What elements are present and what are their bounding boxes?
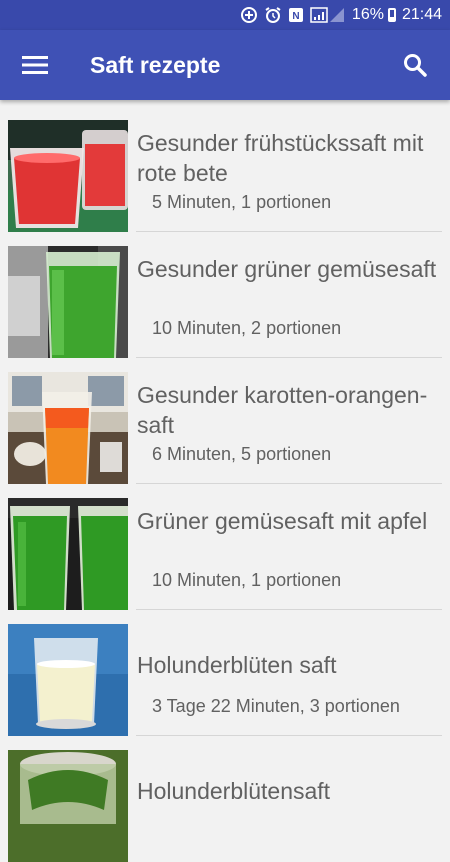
svg-text:N: N bbox=[292, 11, 299, 22]
status-bar: N 16% 21:44 bbox=[0, 0, 450, 30]
recipe-title: Gesunder frühstückssaft mit rote bete bbox=[137, 130, 424, 186]
search-button[interactable] bbox=[380, 30, 450, 100]
list-item[interactable]: Gesunder frühstückssaft mit rote bete 5 … bbox=[0, 100, 450, 232]
app-bar: Saft rezepte bbox=[0, 30, 450, 100]
nfc-icon: N bbox=[288, 7, 304, 23]
recipe-image bbox=[8, 498, 128, 610]
recipe-image bbox=[8, 120, 128, 232]
data-saver-icon bbox=[240, 6, 258, 24]
alarm-icon bbox=[264, 6, 282, 24]
recipe-title: Holunderblütensaft bbox=[137, 778, 331, 804]
signal-icon bbox=[310, 6, 346, 24]
list-item[interactable]: Gesunder grüner gemüsesaft 10 Minuten, 2… bbox=[0, 226, 450, 358]
battery-percent: 16% bbox=[351, 6, 384, 23]
recipe-image bbox=[8, 624, 128, 736]
list-item[interactable]: Gesunder karotten-orangen-saft 6 Minuten… bbox=[0, 352, 450, 484]
recipe-title: Holunderblüten saft bbox=[137, 652, 337, 678]
recipe-title: Gesunder grüner gemüsesaft bbox=[137, 256, 437, 282]
recipe-meta: 10 Minuten, 2 portionen bbox=[152, 318, 342, 338]
clock-time: 21:44 bbox=[401, 6, 442, 23]
recipe-meta: 3 Tage 22 Minuten, 3 portionen bbox=[152, 696, 400, 716]
list-item[interactable]: Grüner gemüsesaft mit apfel 10 Minuten, … bbox=[0, 478, 450, 610]
recipe-meta: 5 Minuten, 1 portionen bbox=[152, 192, 332, 212]
recipe-title: Grüner gemüsesaft mit apfel bbox=[137, 508, 428, 534]
search-icon bbox=[404, 54, 427, 77]
page-title: Saft rezepte bbox=[90, 51, 221, 78]
menu-button[interactable] bbox=[0, 30, 70, 100]
battery-icon bbox=[387, 8, 396, 22]
hamburger-menu-icon bbox=[22, 56, 48, 74]
list-item[interactable]: Holunderblütensaft bbox=[0, 730, 450, 862]
recipe-image bbox=[8, 750, 128, 862]
recipe-meta: 10 Minuten, 1 portionen bbox=[152, 570, 342, 590]
list-item[interactable]: Holunderblüten saft 3 Tage 22 Minuten, 3… bbox=[0, 604, 450, 736]
recipe-meta: 6 Minuten, 5 portionen bbox=[152, 444, 332, 464]
recipe-image bbox=[8, 246, 128, 358]
recipe-image bbox=[8, 372, 128, 484]
recipe-title: Gesunder karotten-orangen-saft bbox=[137, 382, 428, 438]
